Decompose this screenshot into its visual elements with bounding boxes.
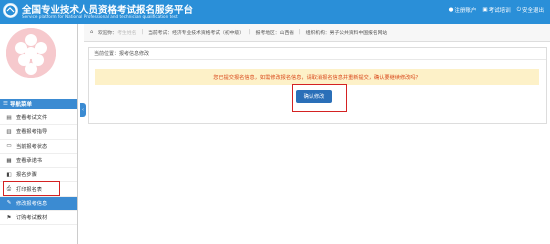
warning-message: 您已提交报名信息，如需修改报名信息，请取消报名信息并重新提交，确认要继续修改吗？ [95, 69, 539, 85]
sidebar-item-exam-files[interactable]: ▤ 查看考试文件 [0, 111, 77, 126]
exam-area: 报考地区：山西省 [255, 31, 295, 36]
sidebar-item-label: 查看承诺书 [16, 158, 42, 165]
sidebar-item-label: 当前报考状态 [16, 143, 48, 150]
nav-highlight-box [3, 181, 60, 196]
flag-icon: ⚑ [6, 214, 12, 221]
avatar-area [0, 24, 77, 92]
sidebar-item-status[interactable]: ▭ 当前报考状态 [0, 140, 77, 154]
book-icon: ▥ [6, 128, 12, 135]
register-link-label: 注册账户 [454, 8, 477, 14]
sidebar-item-edit-info[interactable]: ✎ 修改报考信息 [0, 196, 77, 212]
logout-link[interactable]: ⏻ 安全退出 [516, 6, 544, 15]
nav-menu-title: 导航菜单 [9, 102, 32, 108]
sidebar-item-label: 查看考试文件 [16, 115, 48, 122]
sidebar-item-textbooks[interactable]: ⚑ 订购考试教材 [0, 211, 77, 226]
breadcrumb: 当前位置：报考信息修改 [89, 48, 546, 60]
doc-icon: ▦ [6, 157, 12, 164]
organization: 组织机构：男子公共资料中国报名网站 [305, 31, 388, 36]
register-link[interactable]: ● 注册账户 [449, 6, 477, 14]
site-subtitle: Service platform for National Profession… [22, 14, 178, 19]
divider: | [299, 30, 301, 35]
user-icon: ● [448, 7, 454, 13]
training-link[interactable]: ▣ 考试培训 [482, 6, 510, 14]
top-links: ● 注册账户 ▣ 考试培训 ⏻ 安全退出 [449, 6, 544, 15]
home-icon: ⌂ [90, 30, 94, 35]
sidebar-item-label: 修改报考信息 [16, 200, 48, 207]
file-icon: ▤ [6, 114, 12, 121]
current-exam: 当前考试：经济专业技术资格考试（初中级） [148, 31, 245, 36]
logout-icon: ⏻ [516, 6, 521, 13]
info-bar: ⌂ 欢迎你：考生姓名 | 当前考试：经济专业技术资格考试（初中级） | 报考地区… [84, 24, 550, 42]
edit-icon: ✎ [6, 200, 12, 207]
chevron-left-icon: ‹ [82, 107, 84, 113]
site-logo [3, 3, 18, 18]
sidebar-collapse-toggle[interactable]: ‹ [80, 103, 86, 117]
nav-list: ▤ 查看考试文件 ▥ 查看报考指导 ▭ 当前报考状态 ▦ 查看承诺书 ◧ 报名步… [0, 111, 77, 226]
divider: | [249, 30, 251, 35]
book-icon: ▣ [482, 7, 488, 13]
training-link-label: 考试培训 [488, 8, 511, 14]
menu-icon: ☰ [3, 101, 8, 107]
nav-menu-header: ☰ 导航菜单 [0, 99, 77, 109]
avatar [6, 28, 56, 78]
monitor-icon: ▭ [6, 143, 12, 150]
button-highlight-box [292, 84, 347, 112]
divider: | [141, 30, 144, 35]
sidebar-item-label: 查看报考指导 [16, 129, 48, 136]
sidebar-item-label: 订购考试教材 [16, 215, 48, 222]
steps-icon: ◧ [6, 171, 12, 178]
top-header: 全国专业技术人员资格考试报名服务平台 Service platform for … [0, 0, 550, 24]
sidebar-item-label: 报名步骤 [16, 172, 37, 179]
welcome-text: 欢迎你：考生姓名 [98, 31, 137, 36]
sidebar-item-guide[interactable]: ▥ 查看报考指导 [0, 125, 77, 140]
sidebar: ☰ 导航菜单 ▤ 查看考试文件 ▥ 查看报考指导 ▭ 当前报考状态 ▦ 查看承诺… [0, 24, 78, 244]
sidebar-item-commitment[interactable]: ▦ 查看承诺书 [0, 154, 77, 169]
logout-link-label: 安全退出 [521, 8, 544, 14]
